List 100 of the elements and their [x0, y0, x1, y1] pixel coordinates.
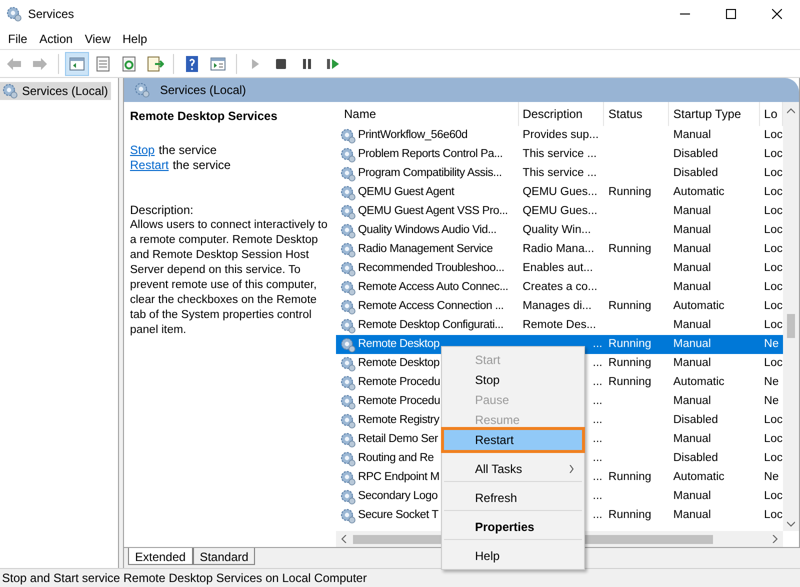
- maximize-icon: [726, 9, 736, 19]
- menu-item[interactable]: Help: [116, 28, 154, 49]
- context-menu-item[interactable]: Help: [444, 539, 582, 566]
- service-name: Remote Access Auto Connec...: [358, 280, 508, 295]
- table-cell: Manual: [673, 508, 711, 521]
- service-icon: [340, 146, 356, 162]
- column-header[interactable]: Startup Type: [669, 102, 760, 126]
- table-cell: Manual: [673, 490, 711, 502]
- table-cell: Loc: [764, 166, 783, 179]
- table-cell-text: ...: [592, 394, 602, 409]
- table-cell-text: Provides sup...: [522, 128, 599, 143]
- minimize-icon: [680, 13, 690, 15]
- context-menu-item[interactable]: Refresh: [444, 481, 582, 508]
- service-name: Remote Desktop: [358, 336, 440, 352]
- service-name: Recommended Troubleshoo...: [358, 260, 504, 276]
- table-cell: Running: [608, 186, 652, 198]
- table-cell: Loc: [764, 508, 783, 521]
- table-cell: Disabled: [673, 414, 718, 426]
- table-cell: Disabled: [673, 452, 718, 464]
- service-icon: [340, 298, 356, 314]
- service-icon: [340, 470, 356, 486]
- table-cell: Automatic: [673, 376, 724, 388]
- table-cell: Loc: [764, 280, 783, 293]
- toolbar-button[interactable]: [65, 52, 89, 76]
- service-icon: [340, 488, 356, 504]
- vertical-scrollbar[interactable]: [783, 102, 799, 531]
- table-cell: Manual: [673, 432, 711, 445]
- menu-item[interactable]: Action: [33, 28, 79, 49]
- table-cell: Disabled: [673, 148, 718, 160]
- table-cell-text: Creates a co...: [522, 280, 598, 295]
- service-name: Program Compatibility Assis...: [358, 166, 502, 181]
- table-cell: Running: [608, 300, 652, 312]
- table-cell-text: QEMU Gues...: [522, 204, 598, 219]
- scroll-thumb[interactable]: [787, 314, 795, 338]
- table-cell: Manual: [673, 204, 711, 217]
- window-title: Services: [28, 6, 74, 23]
- service-name: Secondary Logo: [358, 488, 438, 504]
- table-cell: Manual: [673, 262, 711, 274]
- gear-icon: [2, 83, 18, 99]
- action-link[interactable]: Stop: [130, 143, 155, 158]
- context-menu-item[interactable]: Stop: [444, 370, 582, 390]
- description-label: Description:: [130, 203, 194, 218]
- service-name: Remote Access Connection ...: [358, 298, 504, 314]
- table-cell-text: ...: [592, 336, 602, 352]
- table-cell: Automatic: [673, 470, 724, 483]
- column-header[interactable]: Description: [518, 102, 604, 126]
- context-menu-item[interactable]: Restart: [444, 430, 582, 450]
- table-cell: Loc: [764, 356, 783, 369]
- table-cell: Running: [608, 470, 652, 483]
- service-icon: [340, 204, 356, 220]
- menu-item[interactable]: View: [78, 28, 116, 49]
- service-icon: [340, 318, 356, 334]
- service-icon: [340, 356, 356, 372]
- service-name: Remote Registry: [358, 412, 440, 428]
- gear-icon: [134, 82, 150, 98]
- context-menu-item[interactable]: All Tasks: [444, 452, 582, 479]
- context-menu-item[interactable]: Properties: [444, 510, 582, 537]
- service-icon: [340, 374, 356, 390]
- table-cell: Manual: [673, 338, 711, 350]
- table-cell: Loc: [764, 490, 783, 502]
- table-cell: Ne: [764, 394, 779, 407]
- table-cell: Loc: [764, 224, 783, 236]
- service-icon: [340, 184, 356, 200]
- service-icon: [340, 242, 356, 258]
- service-name: QEMU Guest Agent: [358, 184, 454, 200]
- table-cell: Disabled: [673, 166, 718, 179]
- service-icon: [340, 260, 356, 276]
- service-name: Remote Procedu: [358, 374, 440, 390]
- close-icon: [772, 9, 782, 19]
- table-cell: Loc: [764, 242, 783, 255]
- service-name: Radio Management Service: [358, 242, 493, 257]
- table-cell-text: ...: [592, 450, 602, 466]
- table-cell: Ne: [764, 470, 779, 483]
- view-tab[interactable]: Extended: [128, 548, 193, 565]
- table-cell: Manual: [673, 242, 711, 255]
- service-title: Remote Desktop Services: [130, 109, 278, 124]
- menu-item[interactable]: File: [2, 28, 34, 49]
- table-cell-text: Enables aut...: [522, 260, 593, 276]
- service-icon: [340, 336, 356, 352]
- app-icon: [6, 6, 22, 22]
- service-icon: [340, 166, 356, 182]
- table-cell: Manual: [673, 224, 711, 236]
- tree-item[interactable]: Services (Local): [0, 82, 112, 100]
- service-name: Routing and Re: [358, 450, 434, 466]
- table-cell: Loc: [764, 452, 783, 464]
- column-header[interactable]: Status: [604, 102, 670, 126]
- service-icon: [340, 222, 356, 238]
- table-cell-text: ...: [592, 412, 602, 428]
- table-cell-text: Remote Des...: [522, 318, 596, 333]
- table-cell: Running: [608, 338, 652, 350]
- table-cell: Manual: [673, 356, 711, 369]
- column-header[interactable]: Name: [336, 102, 519, 126]
- service-name: Retail Demo Ser: [358, 432, 438, 447]
- table-cell: Running: [608, 376, 652, 388]
- action-link[interactable]: Restart: [130, 158, 169, 173]
- service-icon: [340, 394, 356, 410]
- view-tab[interactable]: Standard: [192, 548, 256, 565]
- table-cell: Manual: [673, 280, 711, 293]
- service-name: Remote Desktop: [358, 356, 440, 371]
- scroll-down-icon: [787, 521, 795, 527]
